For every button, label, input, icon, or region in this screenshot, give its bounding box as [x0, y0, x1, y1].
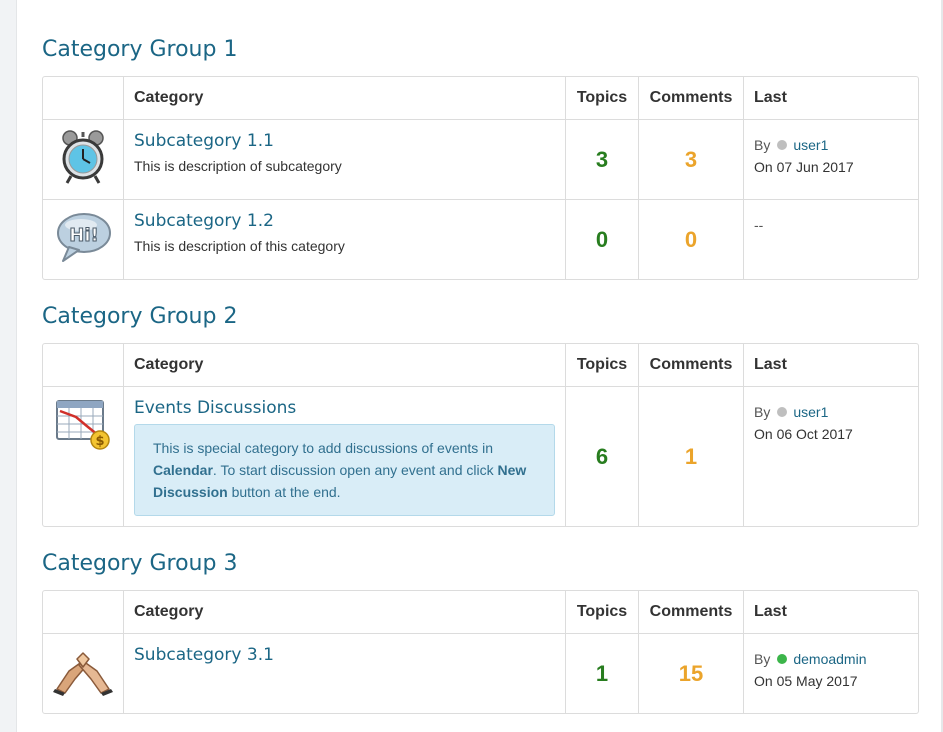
table-header-row: Category Topics Comments Last [43, 591, 918, 633]
last-post-cell: By demoadmin On 05 May 2017 [743, 633, 918, 713]
comments-column-header: Comments [638, 591, 743, 633]
left-sidebar-edge [0, 0, 17, 732]
last-column-header: Last [743, 591, 918, 633]
topics-count: 6 [565, 386, 638, 526]
info-calendar-keyword: Calendar [153, 462, 213, 478]
svg-text:$: $ [95, 434, 104, 449]
hi-speech-bubble-icon: Hi! [57, 213, 111, 262]
offline-status-dot [777, 407, 788, 417]
last-column-header: Last [743, 344, 918, 386]
topics-column-header: Topics [565, 344, 638, 386]
comments-count: 15 [638, 633, 743, 713]
last-post-cell: By user1 On 07 Jun 2017 [743, 119, 918, 199]
icon-column-header [43, 344, 123, 386]
handshake-icon [53, 652, 113, 696]
table-row: Subcategory 1.1 This is description of s… [43, 119, 918, 199]
category-table: Category Topics Comments Last [42, 590, 919, 714]
subcategory-description: This is description of this category [134, 238, 345, 254]
subcategory-link[interactable]: Subcategory 1.1 [134, 130, 274, 152]
last-post-date: On 07 Jun 2017 [754, 159, 854, 175]
category-info-cell: Subcategory 1.1 This is description of s… [123, 119, 565, 199]
category-info-cell: Subcategory 3.1 [123, 633, 565, 713]
no-last-post: -- [754, 217, 764, 233]
user-link[interactable]: demoadmin [793, 648, 866, 670]
icon-column-header [43, 591, 123, 633]
table-row: Subcategory 3.1 1 15 By demoadmin On 05 … [43, 633, 918, 713]
comments-count: 1 [638, 386, 743, 526]
alarm-clock-icon [62, 130, 104, 184]
table-row: Hi! Subcategory 1.2 This is description … [43, 199, 918, 279]
online-status-dot [777, 654, 788, 664]
comments-column-header: Comments [638, 344, 743, 386]
last-post-cell: -- [743, 199, 918, 279]
category-info-box: This is special category to add discussi… [134, 424, 555, 516]
last-post-cell: By user1 On 06 Oct 2017 [743, 386, 918, 526]
category-icon-cell: Hi! [43, 199, 123, 279]
category-column-header: Category [123, 77, 565, 119]
topics-count: 3 [565, 119, 638, 199]
category-icon-cell [43, 633, 123, 713]
group-title: Category Group 2 [42, 304, 238, 329]
category-column-header: Category [123, 591, 565, 633]
icon-column-header [43, 77, 123, 119]
category-info-cell: Subcategory 1.2 This is description of t… [123, 199, 565, 279]
last-column-header: Last [743, 77, 918, 119]
group-title: Category Group 1 [42, 37, 238, 62]
last-post-date: On 05 May 2017 [754, 673, 858, 689]
forum-categories: Category Group 1 Category Topics Comment… [42, 0, 919, 714]
offline-status-dot [777, 140, 788, 150]
topics-column-header: Topics [565, 591, 638, 633]
table-row: $ Events Discussions This is special cat… [43, 386, 918, 526]
table-header-row: Category Topics Comments Last [43, 344, 918, 386]
group-title: Category Group 3 [42, 551, 238, 576]
topics-column-header: Topics [565, 77, 638, 119]
user-link[interactable]: user1 [793, 401, 828, 423]
by-label: By [754, 137, 771, 153]
category-icon-cell [43, 119, 123, 199]
category-table: Category Topics Comments Last [42, 76, 919, 280]
user-link[interactable]: user1 [793, 134, 828, 156]
info-text: This is special category to add discussi… [153, 440, 494, 456]
info-text: . To start discussion open any event and… [212, 462, 498, 478]
topics-count: 0 [565, 199, 638, 279]
subcategory-description: This is description of subcategory [134, 158, 342, 174]
category-icon-cell: $ [43, 386, 123, 526]
topics-count: 1 [565, 633, 638, 713]
info-text: button at the end. [227, 484, 341, 500]
subcategory-link[interactable]: Subcategory 3.1 [134, 644, 274, 666]
category-column-header: Category [123, 344, 565, 386]
comments-count: 3 [638, 119, 743, 199]
last-post-date: On 06 Oct 2017 [754, 426, 853, 442]
by-label: By [754, 404, 771, 420]
by-label: By [754, 651, 771, 667]
comments-column-header: Comments [638, 77, 743, 119]
comments-count: 0 [638, 199, 743, 279]
subcategory-link[interactable]: Subcategory 1.2 [134, 210, 274, 232]
calendar-dollar-icon: $ [56, 400, 110, 450]
table-header-row: Category Topics Comments Last [43, 77, 918, 119]
category-info-cell: Events Discussions This is special categ… [123, 386, 565, 526]
subcategory-link[interactable]: Events Discussions [134, 397, 296, 419]
svg-text:Hi!: Hi! [69, 225, 98, 246]
category-table: Category Topics Comments Last [42, 343, 919, 527]
